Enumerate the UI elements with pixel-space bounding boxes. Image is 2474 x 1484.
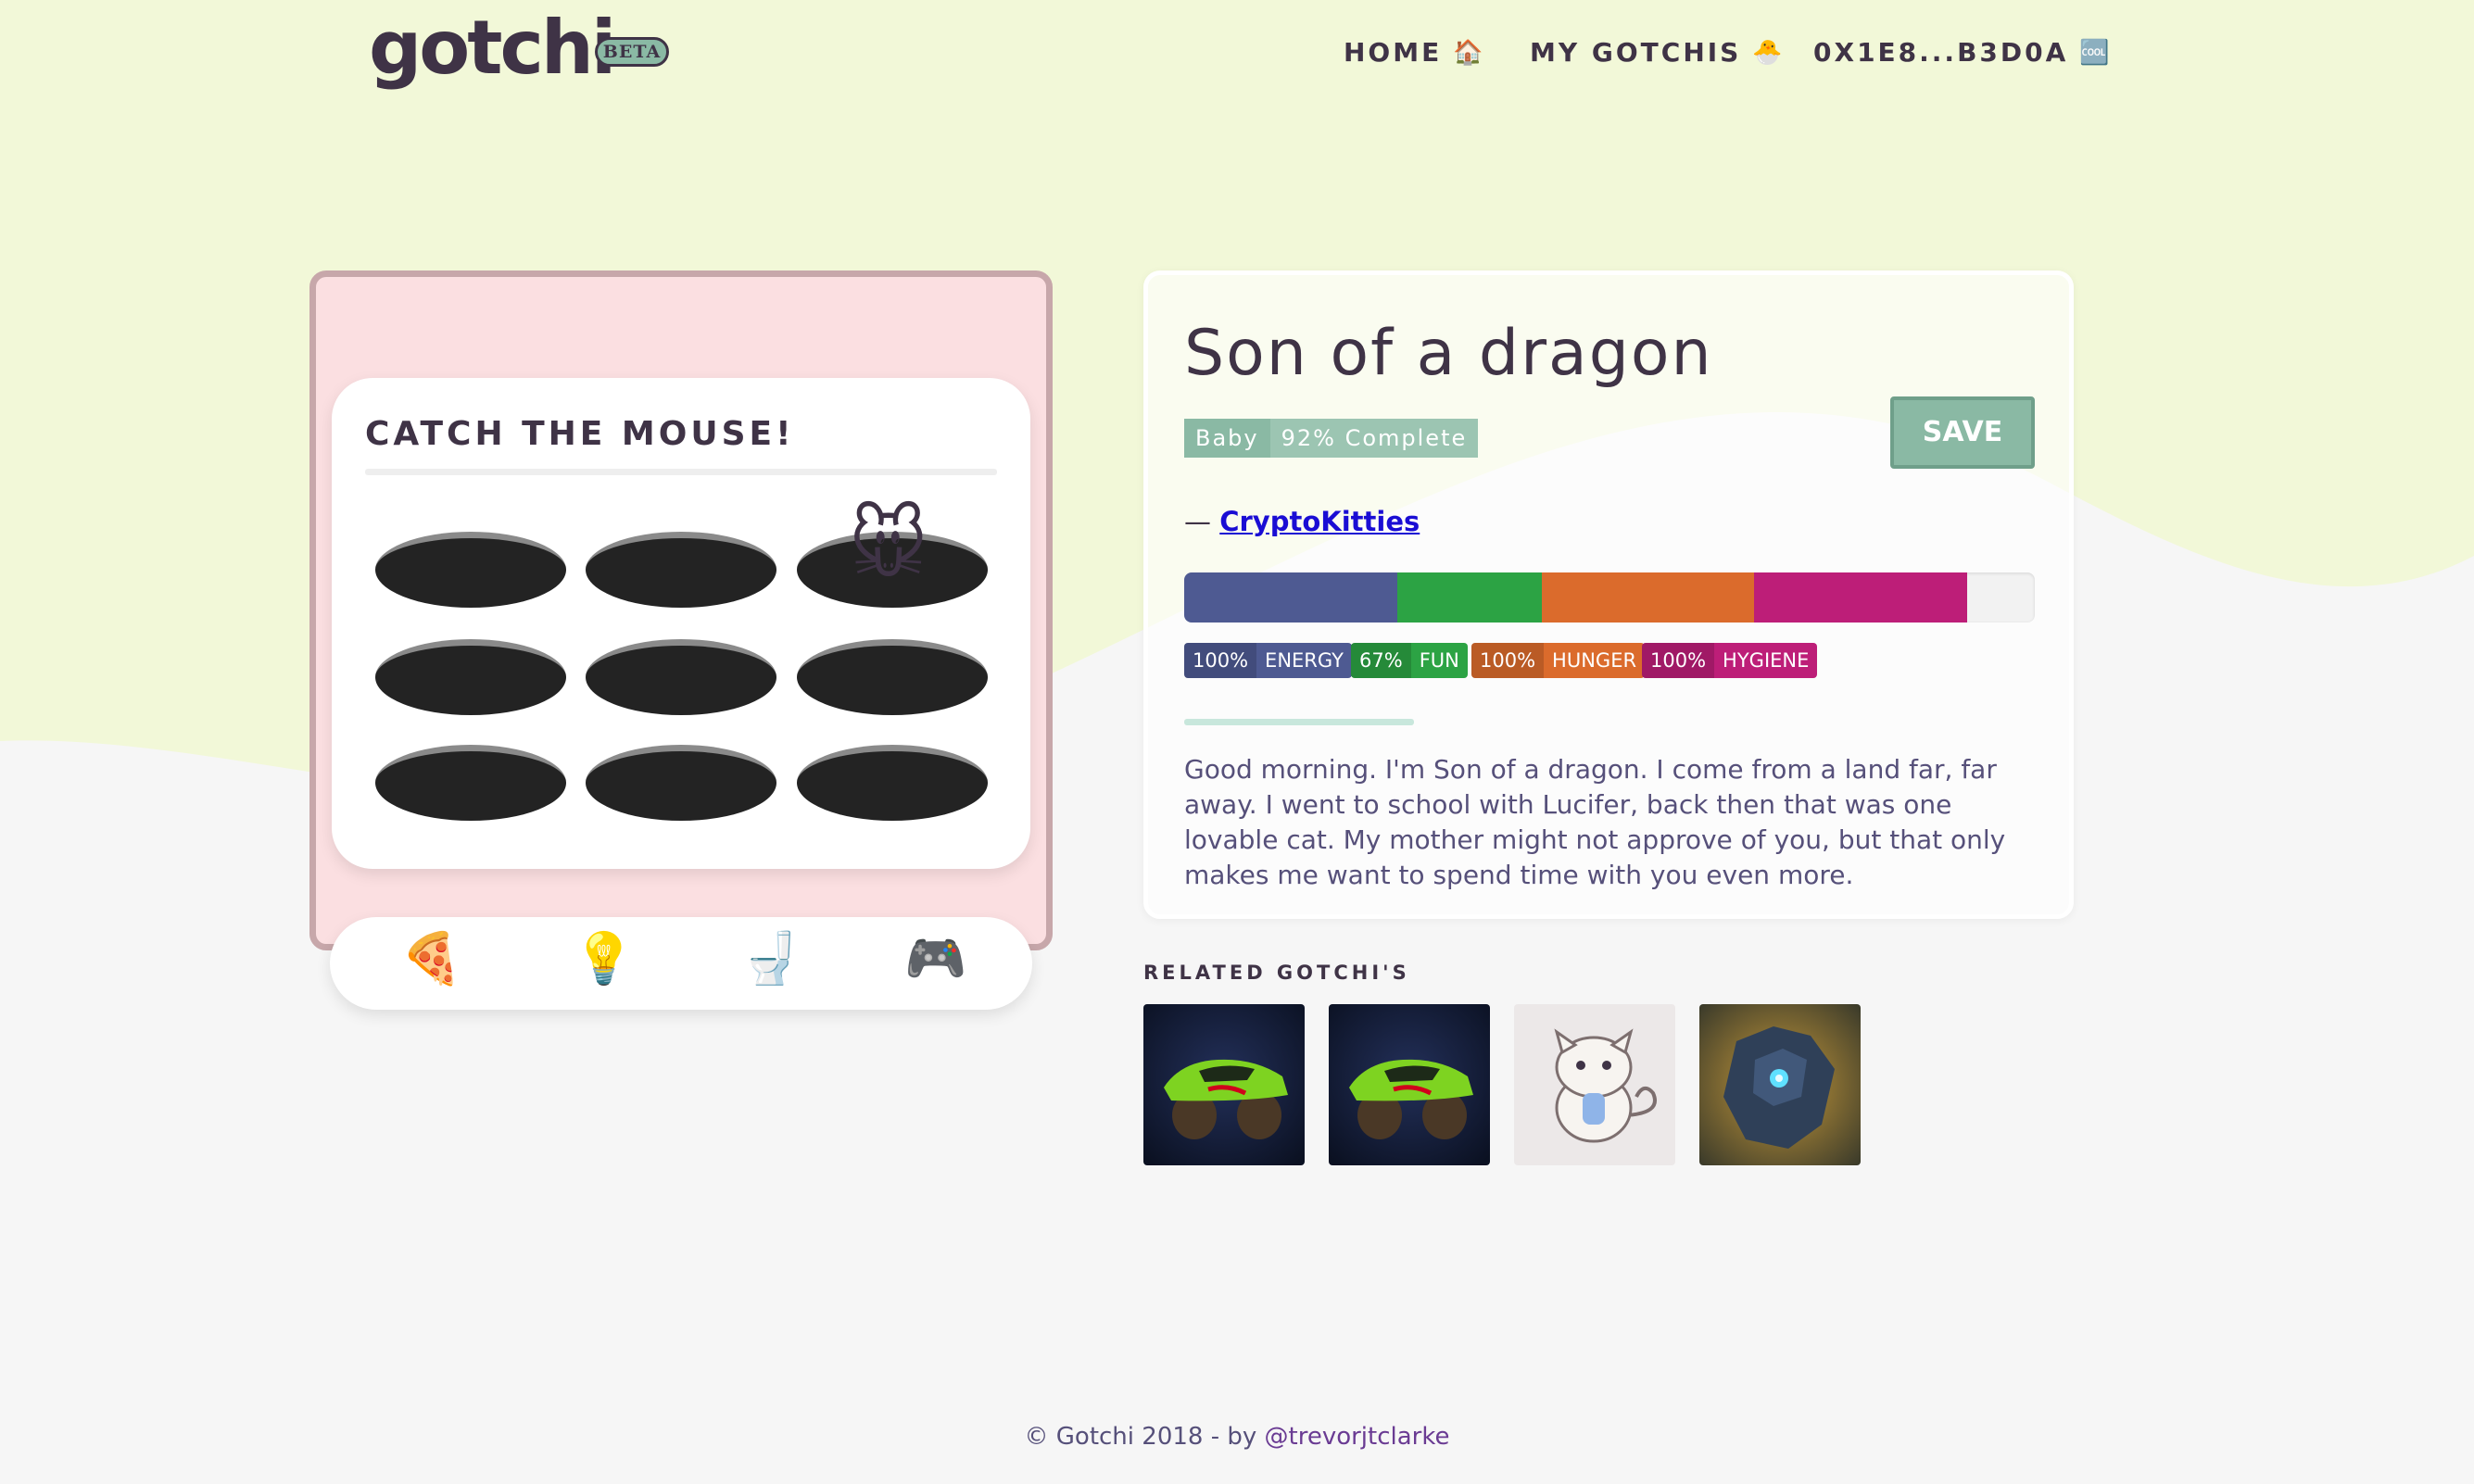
- related-gotchi-golem[interactable]: [1699, 1004, 1861, 1165]
- mouse-hole[interactable]: [375, 639, 566, 715]
- save-button[interactable]: SAVE: [1890, 396, 2035, 469]
- stat-bar-segment: [1541, 572, 1755, 623]
- stage-label: Baby: [1184, 419, 1270, 458]
- cool-icon: 🆒: [2079, 38, 2110, 67]
- stat-label: ENERGY: [1265, 649, 1344, 672]
- mouse-hole[interactable]: [375, 532, 566, 608]
- toilet-icon[interactable]: 🚽: [739, 934, 802, 984]
- stat-percent: 67%: [1351, 643, 1411, 678]
- stat-badge-energy: 100% ENERGY: [1184, 643, 1352, 678]
- lightbulb-icon[interactable]: 💡: [573, 934, 635, 984]
- gotchi-logo[interactable]: gotchi: [369, 11, 616, 85]
- pizza-icon[interactable]: 🍕: [400, 934, 462, 984]
- monster-truck-image: [1329, 1004, 1490, 1165]
- gotchi-name: Son of a dragon: [1184, 317, 1713, 390]
- mouse-hole[interactable]: [797, 745, 988, 821]
- mouse-hole[interactable]: [586, 745, 776, 821]
- stat-percent: 100%: [1184, 643, 1257, 678]
- stat-bar-segment: [1754, 572, 1967, 623]
- stat-label: HYGIENE: [1723, 649, 1810, 672]
- stat-label: FUN: [1419, 649, 1459, 672]
- author-prefix: —: [1184, 506, 1220, 537]
- game-title-divider: [365, 469, 997, 475]
- stat-bar-segment: [1396, 572, 1542, 623]
- game-title: CATCH THE MOUSE!: [365, 415, 795, 453]
- monster-truck-image: [1143, 1004, 1305, 1165]
- mouse-hole[interactable]: [586, 639, 776, 715]
- stats-progress-bar: [1184, 572, 2035, 623]
- nav-home-label: HOME: [1344, 37, 1443, 68]
- house-icon: 🏠: [1453, 38, 1483, 67]
- cryptokitty-image: [1514, 1004, 1675, 1165]
- related-gotchi-cryptokitty[interactable]: [1514, 1004, 1675, 1165]
- beta-badge: BETA: [595, 37, 669, 67]
- footer-author-link[interactable]: @trevorjtclarke: [1265, 1423, 1450, 1451]
- related-gotchi-monster-truck[interactable]: [1143, 1004, 1305, 1165]
- related-gotchi-monster-truck[interactable]: [1329, 1004, 1490, 1165]
- author-line: — CryptoKitties: [1184, 506, 1420, 537]
- hatching-chick-icon: 🐣: [1752, 38, 1783, 67]
- stat-percent: 100%: [1642, 643, 1715, 678]
- mouse-hole[interactable]: [586, 532, 776, 608]
- bio-divider: [1184, 719, 1414, 725]
- mouse-icon[interactable]: 🐭: [849, 508, 928, 584]
- nav-wallet-address[interactable]: 0X1E8...B3D0A 🆒: [1813, 37, 2110, 68]
- related-title: RELATED GOTCHI'S: [1143, 962, 1410, 984]
- stat-badge-fun: 67% FUN: [1351, 643, 1468, 678]
- golem-image: [1699, 1004, 1861, 1165]
- gamepad-icon[interactable]: 🎮: [904, 934, 966, 984]
- author-link[interactable]: CryptoKitties: [1219, 506, 1420, 537]
- mouse-hole[interactable]: [375, 745, 566, 821]
- nav-my-gotchis[interactable]: MY GOTCHIS 🐣: [1530, 37, 1783, 68]
- footer: © Gotchi 2018 - by @trevorjtclarke: [0, 1423, 2474, 1451]
- nav-my-gotchis-label: MY GOTCHIS: [1530, 37, 1742, 68]
- stat-bar-segment: [1184, 572, 1397, 623]
- nav-home[interactable]: HOME 🏠: [1344, 37, 1483, 68]
- completion-label: 92% Complete: [1269, 419, 1479, 458]
- mouse-hole[interactable]: [797, 639, 988, 715]
- stat-percent: 100%: [1471, 643, 1545, 678]
- stat-label: HUNGER: [1552, 649, 1637, 672]
- gotchi-bio: Good morning. I'm Son of a dragon. I com…: [1184, 754, 2006, 890]
- stat-badge-hygiene: 100% HYGIENE: [1642, 643, 1818, 678]
- wallet-address-label: 0X1E8...B3D0A: [1813, 37, 2069, 68]
- footer-text: © Gotchi 2018 - by: [1024, 1423, 1265, 1451]
- stat-badge-hunger: 100% HUNGER: [1471, 643, 1646, 678]
- stage-badge: Baby 92% Complete: [1184, 419, 1479, 458]
